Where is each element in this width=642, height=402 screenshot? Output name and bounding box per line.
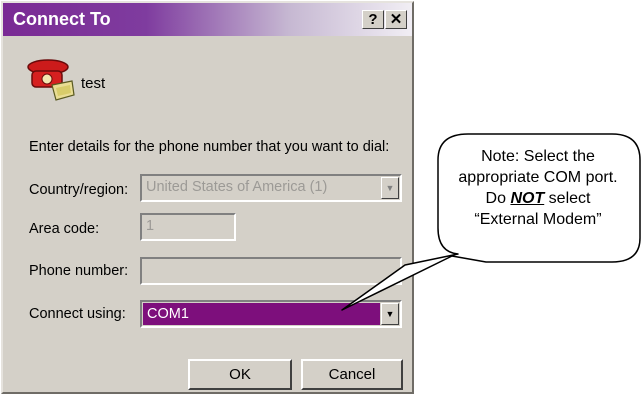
callout-do: Do xyxy=(485,190,511,207)
title-bar: Connect To ? ✕ xyxy=(3,3,412,36)
telephone-icon xyxy=(27,59,75,101)
dialog-title: Connect To xyxy=(13,9,111,29)
ok-button[interactable]: OK xyxy=(188,359,292,390)
area-code-value: 1 xyxy=(146,218,155,234)
connect-using-value[interactable]: COM1 xyxy=(143,303,380,325)
phone-number-label: Phone number: xyxy=(29,263,129,279)
help-button[interactable]: ? xyxy=(362,10,384,29)
country-label: Country/region: xyxy=(29,182,129,198)
connection-name: test xyxy=(81,75,106,92)
country-value: United States of America (1) xyxy=(146,179,328,195)
close-button[interactable]: ✕ xyxy=(385,10,407,29)
callout-select: select xyxy=(544,190,591,207)
connect-using-label: Connect using: xyxy=(29,306,126,322)
callout-line-1: Note: Select the xyxy=(481,148,595,165)
callout-line-2: appropriate COM port. xyxy=(458,169,618,186)
callout-line-4: “External Modem” xyxy=(474,211,602,228)
area-code-field: 1 xyxy=(140,213,236,241)
connect-to-dialog: Connect To ? ✕ test Enter details for th… xyxy=(1,1,414,394)
callout-not: NOT xyxy=(510,190,545,207)
callout-line-3: Do NOT select xyxy=(438,188,638,209)
chevron-down-icon: ▼ xyxy=(381,177,399,199)
connect-using-select[interactable]: COM1 ▼ xyxy=(140,300,402,328)
cancel-button[interactable]: Cancel xyxy=(301,359,403,390)
phone-number-field xyxy=(140,257,402,285)
callout-note: Note: Select the appropriate COM port. D… xyxy=(438,146,638,230)
area-code-label: Area code: xyxy=(29,221,100,237)
country-select: United States of America (1) ▼ xyxy=(140,174,402,202)
instructions-text: Enter details for the phone number that … xyxy=(29,139,390,155)
chevron-down-icon[interactable]: ▼ xyxy=(381,303,399,325)
